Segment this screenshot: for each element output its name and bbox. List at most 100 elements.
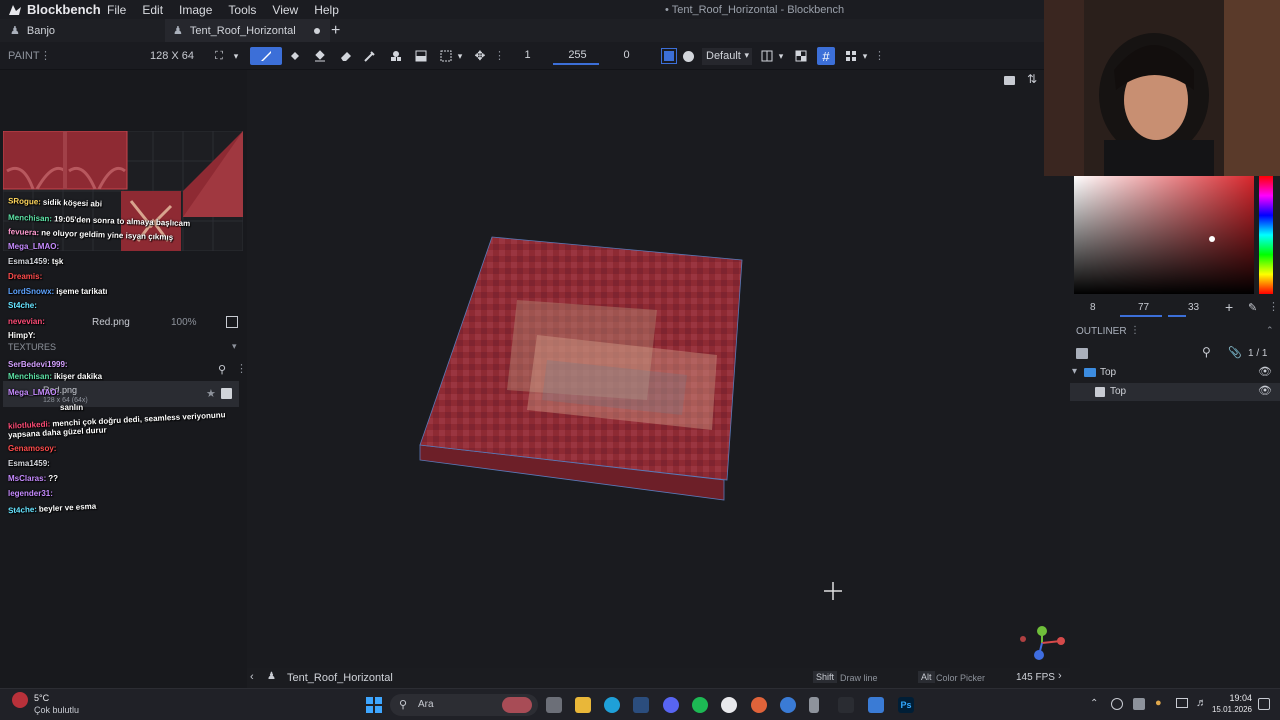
blend-mode-select[interactable]: Default ▾ [702, 48, 752, 65]
textures-section-title[interactable]: TEXTURES [8, 342, 56, 352]
chevron-left-icon[interactable]: ‹ [250, 671, 254, 683]
color-picker-button[interactable] [362, 47, 378, 65]
search-icon[interactable]: ⚲ [1202, 345, 1211, 359]
brush-size-input[interactable]: 1 [505, 49, 550, 61]
weather-icon[interactable] [12, 692, 28, 708]
chevron-up-icon[interactable]: ⌃ [1266, 325, 1274, 336]
outliner-group-row[interactable]: ▾ Top 👁 [1070, 364, 1280, 382]
axis-z-icon[interactable] [1034, 650, 1044, 660]
gradient-tool-button[interactable] [413, 47, 429, 65]
brave-browser-icon[interactable] [751, 697, 767, 713]
toolbar-overflow-icon[interactable]: ⋮ [874, 49, 885, 62]
mode-menu-icon[interactable]: ⋮ [40, 49, 51, 62]
brush-tool-button[interactable] [250, 47, 282, 65]
steam-icon[interactable] [633, 697, 649, 713]
microphone-icon[interactable]: ● [1155, 697, 1162, 709]
opacity-input[interactable]: 255 [555, 49, 600, 61]
softness-input[interactable]: 0 [604, 49, 649, 61]
paperclip-icon[interactable]: 📎 [1228, 346, 1242, 359]
eyedropper-icon[interactable]: ✎ [1248, 301, 1257, 314]
lock-alpha-button[interactable] [794, 47, 808, 65]
value-input[interactable]: 33 [1188, 302, 1199, 313]
unsaved-dot-icon[interactable] [314, 28, 320, 34]
hue-input[interactable]: 8 [1090, 302, 1096, 313]
new-tab-button[interactable]: + [331, 19, 340, 42]
opacity-slider-bar[interactable] [553, 63, 599, 65]
volume-icon[interactable]: ♬ [1196, 697, 1207, 709]
taskbar-search-box[interactable]: ⚲ Ara [390, 694, 538, 716]
copy-icon[interactable] [226, 316, 238, 328]
color-menu-icon[interactable]: ⋮ [1268, 300, 1279, 313]
clock-date[interactable]: 15.01.2026 [1208, 705, 1252, 714]
file-explorer-icon[interactable] [575, 697, 591, 713]
add-color-button[interactable]: + [1225, 299, 1233, 315]
hue-slider[interactable] [1259, 176, 1273, 294]
color-picker-cursor[interactable] [1209, 236, 1215, 242]
outliner-cube-row[interactable]: Top 👁 [1070, 383, 1280, 401]
menu-edit[interactable]: Edit [142, 3, 163, 17]
chat-user: Mega_LMAO: [8, 242, 60, 251]
paint-bucket-button[interactable] [312, 47, 328, 65]
saturation-input[interactable]: 77 [1138, 302, 1149, 313]
pin-icon[interactable]: ♟ [267, 671, 276, 682]
photoshop-icon[interactable]: Ps [898, 697, 914, 713]
mirror-button[interactable] [760, 47, 774, 65]
menu-file[interactable]: File [107, 3, 126, 17]
chevron-down-icon[interactable]: ▾ [232, 341, 237, 352]
app-icon[interactable] [780, 697, 796, 713]
menu-view[interactable]: View [272, 3, 298, 17]
chevron-down-icon[interactable]: ▾ [860, 47, 870, 65]
chevron-down-icon[interactable]: ▾ [1072, 366, 1077, 377]
tab-project[interactable]: ♟ Banjo [10, 19, 55, 42]
menu-help[interactable]: Help [314, 3, 339, 17]
move-tool-button[interactable]: ✥ [472, 47, 488, 65]
spotify-icon[interactable] [692, 697, 708, 713]
round-brush-button[interactable] [680, 47, 696, 65]
tab-file[interactable]: ♟ Tent_Roof_Horizontal [165, 19, 330, 42]
outliner-header[interactable]: OUTLINER ⋮ ⌃ [1070, 322, 1280, 342]
chevron-down-icon[interactable]: ▾ [776, 47, 786, 65]
file-icon[interactable] [809, 697, 819, 713]
menu-image[interactable]: Image [179, 3, 212, 17]
sync-icon[interactable] [1111, 698, 1123, 710]
3d-viewport[interactable]: ⇅ [247, 70, 1070, 668]
axis-y-icon[interactable] [1037, 626, 1047, 636]
color-picker-field[interactable] [1074, 176, 1254, 294]
task-view-icon[interactable] [546, 697, 562, 713]
layout-button[interactable] [843, 47, 859, 65]
chevron-down-icon[interactable]: ▾ [230, 47, 242, 65]
notification-icon[interactable] [1258, 698, 1270, 710]
axis-x-icon[interactable] [1057, 637, 1065, 645]
add-cube-icon[interactable] [1076, 348, 1088, 359]
chevron-down-icon[interactable]: ▾ [455, 47, 465, 65]
visibility-eye-icon[interactable]: 👁 [1258, 365, 1272, 378]
menu-tools[interactable]: Tools [228, 3, 256, 17]
search-icon[interactable]: ⚲ [218, 363, 226, 376]
eraser-button[interactable] [338, 47, 354, 65]
tray-app-icon[interactable] [1133, 698, 1145, 710]
unreal-engine-icon[interactable] [721, 697, 737, 713]
texture-menu-icon[interactable]: ⋮ [236, 362, 247, 375]
windows-start-icon[interactable] [366, 697, 382, 713]
fullscreen-icon[interactable]: ⛶ [212, 47, 226, 65]
visibility-eye-icon[interactable]: 👁 [1258, 384, 1272, 397]
selection-tool-button[interactable] [438, 47, 454, 65]
shape-tool-button[interactable] [388, 47, 404, 65]
toolbar-menu-icon[interactable]: ⋮ [494, 49, 505, 62]
pixel-grid-button[interactable]: # [817, 47, 835, 65]
mirror-icon [761, 50, 773, 62]
outliner-menu-icon[interactable]: ⋮ [1130, 325, 1140, 336]
network-icon[interactable] [1176, 698, 1188, 708]
discord-icon[interactable] [663, 697, 679, 713]
fill-tool-button[interactable] [287, 47, 303, 65]
axis-gizmo[interactable] [1017, 623, 1069, 665]
save-icon[interactable] [221, 388, 232, 399]
chevron-right-icon[interactable]: › [1058, 670, 1062, 682]
chevron-up-icon[interactable]: ⌃ [1090, 698, 1098, 709]
edge-browser-icon[interactable] [604, 697, 620, 713]
star-icon[interactable]: ★ [206, 387, 216, 400]
capcut-icon[interactable] [838, 697, 854, 713]
clock-time[interactable]: 19:04 [1212, 693, 1252, 703]
blockbench-taskbar-icon[interactable] [868, 697, 884, 713]
square-brush-button[interactable] [660, 47, 678, 65]
